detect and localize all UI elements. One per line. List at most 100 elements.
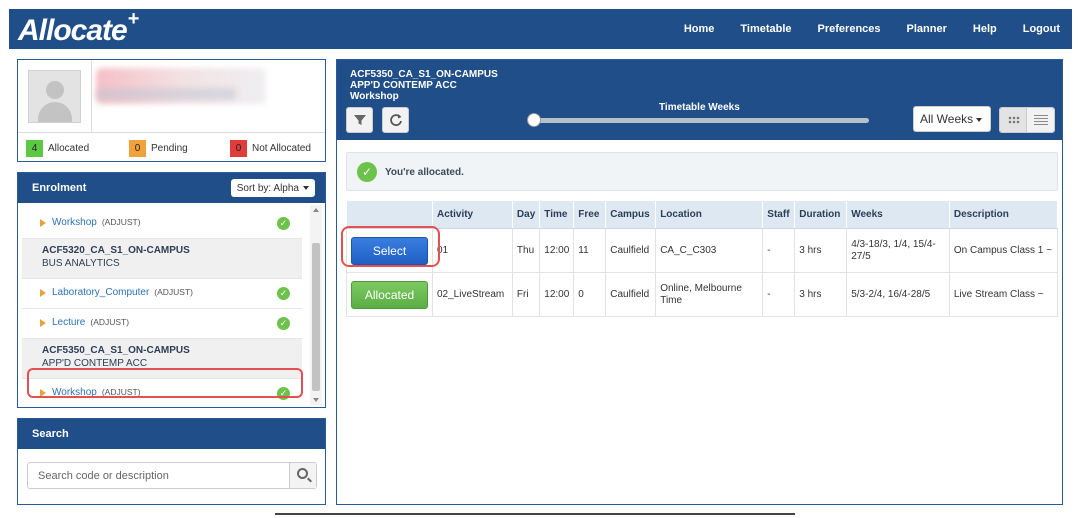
pending-count: 0: [129, 140, 146, 157]
logo-plus: +: [127, 8, 140, 30]
col-free: Free: [573, 200, 607, 229]
campus-cell: Caulfield: [605, 272, 657, 317]
enrolment-scrollbar[interactable]: [310, 205, 322, 405]
action-cell: Allocated: [346, 272, 433, 317]
allocate-logo[interactable]: Allocate+: [18, 8, 139, 48]
col-staff: Staff: [762, 200, 796, 229]
weeks-dropdown[interactable]: All Weeks: [913, 106, 991, 132]
refresh-icon: [389, 114, 402, 126]
enrolment-title: Enrolment: [32, 182, 87, 194]
avatar-body: [38, 102, 72, 122]
list-item[interactable]: Lecture (ADJUST) ✓: [22, 309, 302, 339]
pending-stat: 0 Pending: [129, 140, 188, 157]
check-icon: ✓: [277, 217, 290, 230]
check-icon: ✓: [277, 287, 290, 300]
search-header: Search: [18, 419, 325, 449]
subject-code: ACF5320_CA_S1_ON-CAMPUS: [42, 245, 190, 256]
staff-cell: -: [762, 272, 796, 317]
col-location: Location: [655, 200, 764, 229]
campus-cell: Caulfield: [605, 228, 657, 273]
search-input[interactable]: [28, 463, 290, 488]
list-icon: [1034, 115, 1049, 125]
grid-view-button[interactable]: [1000, 108, 1028, 132]
sort-dropdown[interactable]: Sort by: Alpha: [230, 179, 315, 197]
allocated-button[interactable]: Allocated: [351, 280, 428, 309]
nav-logout[interactable]: Logout: [1023, 23, 1060, 35]
caret-down-icon: [976, 117, 983, 122]
free-cell: 11: [573, 228, 607, 273]
grid-icon: [1008, 116, 1020, 124]
duration-cell: 3 hrs: [794, 228, 848, 273]
sort-label: Sort by: Alpha: [236, 182, 299, 194]
list-view-button[interactable]: [1027, 108, 1054, 132]
location-cell: Online, Melbourne Time: [655, 272, 764, 317]
search-button[interactable]: [289, 463, 316, 488]
free-cell: 0: [573, 272, 607, 317]
activity-header: ACF5350_CA_S1_ON-CAMPUS APP'D CONTEMP AC…: [337, 60, 1062, 140]
not-allocated-label: Not Allocated: [252, 143, 311, 154]
col-description: Description: [948, 200, 1059, 229]
scroll-up-icon[interactable]: [313, 208, 319, 212]
avatar: [28, 70, 81, 123]
time-cell: 12:00: [539, 228, 575, 273]
highlight-annotation: [341, 226, 440, 267]
timetable-weeks-label: Timetable Weeks: [659, 102, 740, 113]
weeks-slider[interactable]: [533, 118, 869, 123]
day-cell: Thu: [512, 228, 541, 273]
col-weeks: Weeks: [846, 200, 950, 229]
search-title: Search: [32, 428, 69, 440]
weeks-cell: 5/3-2/4, 16/4-28/5: [846, 272, 950, 317]
not-allocated-stat: 0 Not Allocated: [230, 140, 311, 157]
adjust-tag: (ADJUST): [101, 217, 141, 227]
highlight-annotation: [27, 368, 303, 398]
profile-card: 4 Allocated 0 Pending 0 Not Allocated: [17, 59, 326, 162]
nav-planner[interactable]: Planner: [907, 23, 947, 35]
divider: [91, 60, 92, 132]
nav-preferences[interactable]: Preferences: [818, 23, 881, 35]
list-item[interactable]: Laboratory_Computer (ADJUST) ✓: [22, 279, 302, 309]
adjust-tag: (ADJUST): [90, 317, 130, 327]
subject-header: ACF5320_CA_S1_ON-CAMPUS BUS ANALYTICS: [22, 239, 302, 279]
activity-link[interactable]: Workshop: [52, 217, 97, 228]
main-nav: Home Timetable Preferences Planner Help …: [684, 9, 1060, 49]
col-duration: Duration: [794, 200, 848, 229]
check-icon: ✓: [277, 317, 290, 330]
enrolment-header: Enrolment Sort by: Alpha: [18, 173, 325, 203]
arrow-right-icon: [40, 319, 46, 327]
top-navbar: Allocate+ Home Timetable Preferences Pla…: [9, 8, 1072, 49]
alert-message: You're allocated.: [385, 167, 464, 178]
arrow-right-icon: [40, 289, 46, 297]
description-cell: Live Stream Class ~: [949, 272, 1059, 317]
table-header-row: Activity Day Time Free Campus Location S…: [346, 200, 1059, 229]
check-circle-icon: ✓: [357, 162, 377, 182]
arrow-right-icon: [40, 219, 46, 227]
list-item[interactable]: Workshop (ADJUST) ✓: [22, 209, 302, 239]
view-toggle: [999, 107, 1055, 133]
activity-name: Workshop: [350, 91, 399, 102]
col-activity: Activity: [432, 200, 513, 229]
weeks-cell: 4/3-18/3, 1/4, 15/4-27/5: [846, 228, 950, 273]
refresh-button[interactable]: [382, 107, 409, 133]
slider-handle[interactable]: [527, 113, 541, 127]
time-cell: 12:00: [539, 272, 575, 317]
col-day: Day: [511, 200, 541, 229]
filter-button[interactable]: [346, 107, 373, 133]
logo-text: Allocate: [18, 14, 128, 47]
nav-help[interactable]: Help: [973, 23, 997, 35]
table-row: Allocated 02_LiveStream Fri 12:00 0 Caul…: [346, 272, 1059, 317]
day-cell: Fri: [512, 272, 541, 317]
subject-desc: APP'D CONTEMP ACC: [350, 80, 457, 91]
scroll-thumb[interactable]: [312, 243, 320, 391]
location-cell: CA_C_C303: [655, 228, 764, 273]
nav-home[interactable]: Home: [684, 23, 715, 35]
activity-cell: 01: [432, 228, 513, 273]
avatar-head: [46, 81, 64, 99]
nav-timetable[interactable]: Timetable: [740, 23, 791, 35]
col-campus: Campus: [605, 200, 657, 229]
scroll-down-icon[interactable]: [313, 398, 319, 402]
divider: [18, 132, 325, 133]
activity-link[interactable]: Laboratory_Computer: [52, 287, 149, 298]
activity-link[interactable]: Lecture: [52, 317, 85, 328]
redacted-id: [96, 88, 236, 100]
description-cell: On Campus Class 1 ~: [949, 228, 1059, 273]
